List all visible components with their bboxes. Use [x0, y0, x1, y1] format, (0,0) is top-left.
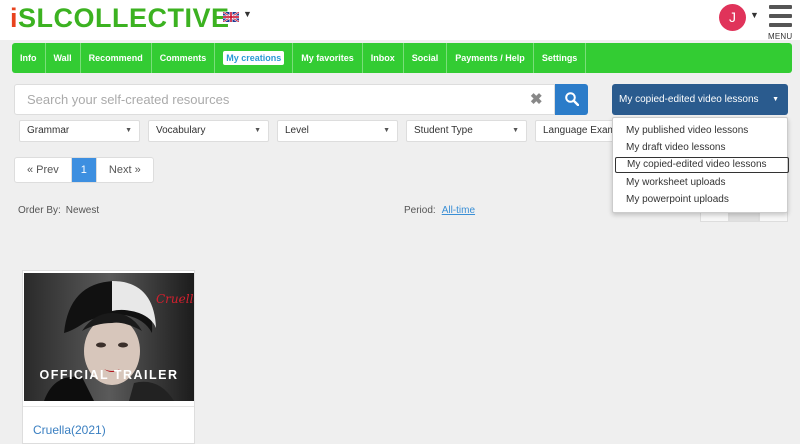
- nav-item-label: My favorites: [301, 53, 354, 63]
- language-caret-icon[interactable]: ▼: [243, 9, 252, 19]
- logo-first-letter: i: [10, 3, 19, 33]
- nav-item-wall[interactable]: Wall: [46, 43, 81, 73]
- nav-item-label: Settings: [541, 53, 578, 63]
- nav-item-social[interactable]: Social: [404, 43, 448, 73]
- thumbnail-caption: OFFICIAL TRAILER: [39, 368, 178, 382]
- nav-item-info[interactable]: Info: [12, 43, 46, 73]
- nav-item-payments-help[interactable]: Payments / Help: [447, 43, 534, 73]
- filter-label: Student Type: [414, 125, 473, 136]
- filter-label: Vocabulary: [156, 125, 206, 136]
- filter-label: Level: [285, 125, 309, 136]
- resource-type-option[interactable]: My copied-edited video lessons: [615, 157, 789, 173]
- uk-flag-icon[interactable]: [223, 12, 239, 22]
- nav-item-my-favorites[interactable]: My favorites: [293, 43, 363, 73]
- resource-type-selected: My copied-edited video lessons: [619, 94, 759, 105]
- card-title-link[interactable]: Cruella(2021): [33, 423, 106, 437]
- resource-card[interactable]: Cruella OFFICIAL TRAILER Cruella(2021): [22, 270, 195, 444]
- dropdown-caret-icon: ▼: [772, 96, 779, 103]
- search-icon: [565, 92, 579, 106]
- nav-item-label: Recommend: [88, 53, 143, 63]
- nav-item-settings[interactable]: Settings: [534, 43, 587, 73]
- next-page-button[interactable]: Next »: [97, 158, 153, 182]
- clear-search-icon[interactable]: ✖: [530, 90, 543, 108]
- nav-item-inbox[interactable]: Inbox: [363, 43, 404, 73]
- menu-label: MENU: [768, 32, 793, 41]
- cruella-thumbnail-image: Cruella OFFICIAL TRAILER: [24, 273, 194, 401]
- site-logo[interactable]: iSLCOLLECTIVE: [10, 2, 230, 34]
- resource-type-dropdown[interactable]: My copied-edited video lessons ▼: [612, 84, 788, 115]
- nav-item-my-creations[interactable]: My creations: [215, 43, 294, 73]
- page-1-button[interactable]: 1: [71, 158, 97, 182]
- logo-text: SLCOLLECTIVE: [18, 3, 230, 33]
- period-label: Period:: [404, 205, 436, 216]
- pagination: « Prev 1 Next »: [14, 157, 154, 183]
- period-value-link[interactable]: All-time: [442, 205, 475, 216]
- nav-item-label: Social: [411, 53, 439, 63]
- vocabulary-filter[interactable]: Vocabulary ▼: [148, 120, 269, 142]
- order-by-value[interactable]: Newest: [66, 205, 99, 216]
- search-button[interactable]: [555, 84, 588, 115]
- hamburger-icon: [769, 5, 792, 9]
- order-by: Order By: Newest: [18, 205, 99, 216]
- order-by-label: Order By:: [18, 205, 61, 216]
- resource-type-option[interactable]: My powerpoint uploads: [615, 192, 789, 208]
- student-type-filter[interactable]: Student Type ▼: [406, 120, 527, 142]
- card-divider: [23, 406, 194, 407]
- nav-item-label: Wall: [53, 53, 72, 63]
- caret-down-icon: ▼: [125, 127, 132, 134]
- nav-item-label: Comments: [159, 53, 207, 63]
- search-box: ✖: [14, 84, 555, 115]
- thumbnail-brand: Cruella: [156, 292, 194, 306]
- hamburger-menu-button[interactable]: MENU: [768, 3, 794, 41]
- filter-label: Grammar: [27, 125, 70, 136]
- nav-item-label: My creations: [223, 51, 285, 65]
- site-header: iSLCOLLECTIVE ▼ J ▼ MENU: [0, 0, 800, 41]
- period-filter: Period: All-time: [404, 205, 475, 216]
- resource-type-option[interactable]: My worksheet uploads: [615, 175, 789, 191]
- caret-down-icon: ▼: [383, 127, 390, 134]
- nav-item-label: Inbox: [370, 53, 395, 63]
- caret-down-icon: ▼: [254, 127, 261, 134]
- nav-item-comments[interactable]: Comments: [152, 43, 216, 73]
- prev-page-button[interactable]: « Prev: [15, 158, 72, 182]
- resource-type-menu: My published video lessons My draft video…: [612, 117, 789, 213]
- caret-down-icon: ▼: [512, 127, 519, 134]
- resource-type-option[interactable]: My draft video lessons: [615, 140, 789, 156]
- user-avatar[interactable]: J: [719, 4, 746, 31]
- level-filter[interactable]: Level ▼: [277, 120, 398, 142]
- resource-type-option[interactable]: My published video lessons: [615, 123, 789, 139]
- nav-item-label: Payments / Help: [455, 53, 525, 63]
- filter-label: Language Exam: [543, 125, 616, 136]
- search-input[interactable]: [15, 85, 495, 114]
- grammar-filter[interactable]: Grammar ▼: [19, 120, 140, 142]
- avatar-caret-icon[interactable]: ▼: [750, 10, 759, 20]
- nav-item-label: Info: [20, 53, 37, 63]
- profile-nav: Info Wall Recommend Comments My creations My …: [12, 43, 792, 73]
- video-thumbnail[interactable]: Cruella OFFICIAL TRAILER: [24, 273, 194, 401]
- nav-item-recommend[interactable]: Recommend: [81, 43, 152, 73]
